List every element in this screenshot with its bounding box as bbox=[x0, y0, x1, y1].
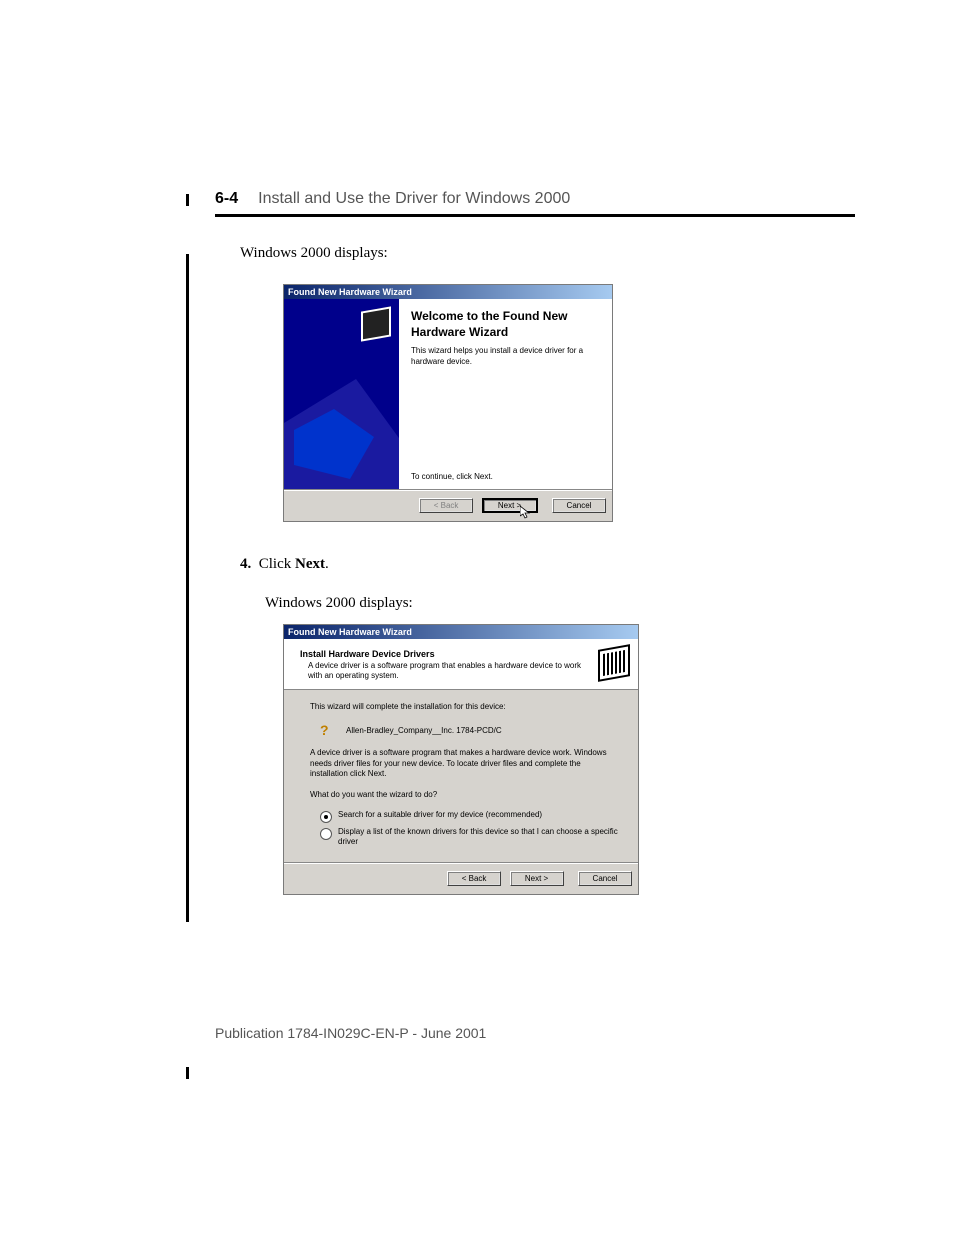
change-bar bbox=[186, 194, 189, 206]
change-bar bbox=[186, 1067, 189, 1079]
step-number: 4. bbox=[240, 556, 251, 572]
wizard-continue: To continue, click Next. bbox=[411, 472, 600, 481]
dialog-title: Found New Hardware Wizard bbox=[284, 285, 612, 299]
hardware-icon bbox=[598, 644, 630, 682]
step-text-pre: Click bbox=[259, 556, 295, 572]
page-number: 6-4 bbox=[215, 190, 238, 208]
radio-icon bbox=[320, 811, 332, 823]
back-button[interactable]: < Back bbox=[419, 498, 473, 513]
wizard-desc: This wizard helps you install a device d… bbox=[411, 346, 600, 367]
hardware-icon bbox=[361, 306, 391, 341]
radio-display-list[interactable]: Display a list of the known drivers for … bbox=[320, 827, 620, 848]
cursor-icon bbox=[520, 506, 532, 520]
next-button-label: Next > bbox=[498, 501, 521, 510]
found-hardware-dialog-2: Found New Hardware Wizard Install Hardwa… bbox=[283, 624, 639, 895]
radio-display-label: Display a list of the known drivers for … bbox=[338, 827, 620, 848]
question-device-icon: ? bbox=[320, 722, 338, 738]
publication-footer: Publication 1784-IN029C-EN-P - June 2001 bbox=[215, 1025, 894, 1041]
header-rule bbox=[215, 214, 855, 217]
dialog2-header-title: Install Hardware Device Drivers bbox=[300, 649, 628, 659]
wizard-sidebar-graphic bbox=[284, 299, 399, 489]
intro-text-1: Windows 2000 displays: bbox=[240, 245, 894, 262]
device-name: Allen-Bradley_Company__Inc. 1784-PCD/C bbox=[346, 726, 502, 735]
cancel-button[interactable]: Cancel bbox=[552, 498, 606, 513]
change-bar bbox=[186, 254, 189, 922]
radio-search[interactable]: Search for a suitable driver for my devi… bbox=[320, 810, 620, 823]
step-text-bold: Next bbox=[295, 556, 325, 572]
next-button[interactable]: Next > bbox=[482, 498, 538, 513]
dialog2-question: What do you want the wizard to do? bbox=[310, 790, 620, 800]
dialog-title: Found New Hardware Wizard bbox=[284, 625, 638, 639]
wizard-heading: Welcome to the Found New Hardware Wizard bbox=[411, 309, 600, 340]
dialog2-line1: This wizard will complete the installati… bbox=[310, 702, 620, 712]
dialog2-header-desc: A device driver is a software program th… bbox=[308, 661, 588, 682]
next-button[interactable]: Next > bbox=[510, 871, 564, 886]
step-text-post: . bbox=[325, 556, 329, 572]
found-hardware-dialog-1: Found New Hardware Wizard Welcome to the… bbox=[283, 284, 613, 522]
page-header: 6-4 Install and Use the Driver for Windo… bbox=[215, 190, 894, 208]
cancel-button[interactable]: Cancel bbox=[578, 871, 632, 886]
step-4: 4. Click Next. bbox=[240, 556, 894, 573]
back-button[interactable]: < Back bbox=[447, 871, 501, 886]
radio-icon bbox=[320, 828, 332, 840]
intro-text-2: Windows 2000 displays: bbox=[265, 595, 894, 612]
radio-search-label: Search for a suitable driver for my devi… bbox=[338, 810, 542, 820]
chapter-title: Install and Use the Driver for Windows 2… bbox=[258, 190, 570, 208]
dialog2-line2: A device driver is a software program th… bbox=[310, 748, 620, 779]
